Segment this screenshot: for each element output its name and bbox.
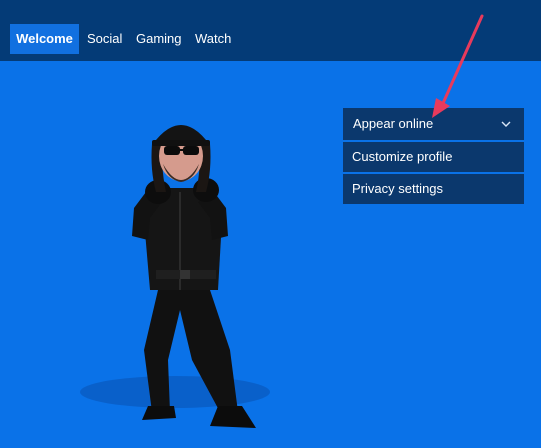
avatar-character [80, 125, 270, 428]
top-navigation-bar: Welcome Social Gaming Watch [0, 0, 541, 61]
privacy-settings-button[interactable]: Privacy settings [343, 174, 524, 204]
customize-profile-label: Customize profile [352, 149, 453, 164]
tab-watch[interactable]: Watch [195, 24, 231, 54]
privacy-settings-label: Privacy settings [352, 181, 444, 196]
customize-profile-button[interactable]: Customize profile [343, 142, 524, 172]
tab-social[interactable]: Social [87, 24, 122, 54]
presence-dropdown-label: Appear online [353, 116, 434, 131]
chevron-down-icon [501, 121, 511, 127]
tab-gaming[interactable]: Gaming [136, 24, 182, 54]
presence-dropdown[interactable]: Appear online [343, 108, 524, 140]
tab-welcome[interactable]: Welcome [10, 24, 79, 54]
